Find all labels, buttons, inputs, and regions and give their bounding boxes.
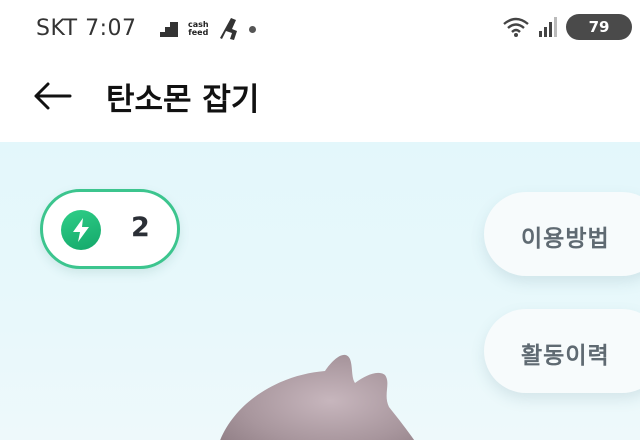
battery-level: 79 — [588, 18, 610, 36]
status-bar: SKT 7:07 cash feed 79 — [0, 0, 640, 60]
stairs-icon — [160, 22, 178, 37]
back-button[interactable] — [28, 74, 76, 118]
tansomon-character[interactable] — [205, 347, 435, 440]
running-icon — [219, 18, 237, 40]
status-system-icons: 79 — [502, 14, 632, 40]
carrier-label: SKT — [36, 16, 78, 41]
cashfeed-icon: cash feed — [188, 21, 209, 37]
wifi-icon — [503, 17, 529, 37]
history-label: 활동이력 — [521, 343, 610, 369]
page-title: 탄소몬 잡기 — [106, 82, 260, 118]
signal-icon — [539, 17, 557, 37]
battery-icon: 79 — [566, 14, 632, 40]
clock: 7:07 — [85, 16, 137, 41]
cashfeed-line2: feed — [188, 28, 209, 37]
howto-label: 이용방법 — [521, 226, 610, 252]
energy-count: 2 — [131, 212, 150, 243]
back-arrow-icon — [34, 82, 72, 110]
lightning-icon — [61, 210, 101, 250]
history-button[interactable]: 활동이력 — [484, 309, 640, 393]
carrier-time: SKT 7:07 — [36, 16, 137, 41]
notification-dot — [248, 25, 256, 33]
main-content: 2 이용방법 활동이력 — [0, 142, 640, 440]
energy-counter[interactable]: 2 — [40, 189, 180, 269]
howto-button[interactable]: 이용방법 — [484, 192, 640, 276]
status-notification-icons: cash feed — [160, 17, 256, 41]
app-header: 탄소몬 잡기 — [0, 60, 640, 142]
